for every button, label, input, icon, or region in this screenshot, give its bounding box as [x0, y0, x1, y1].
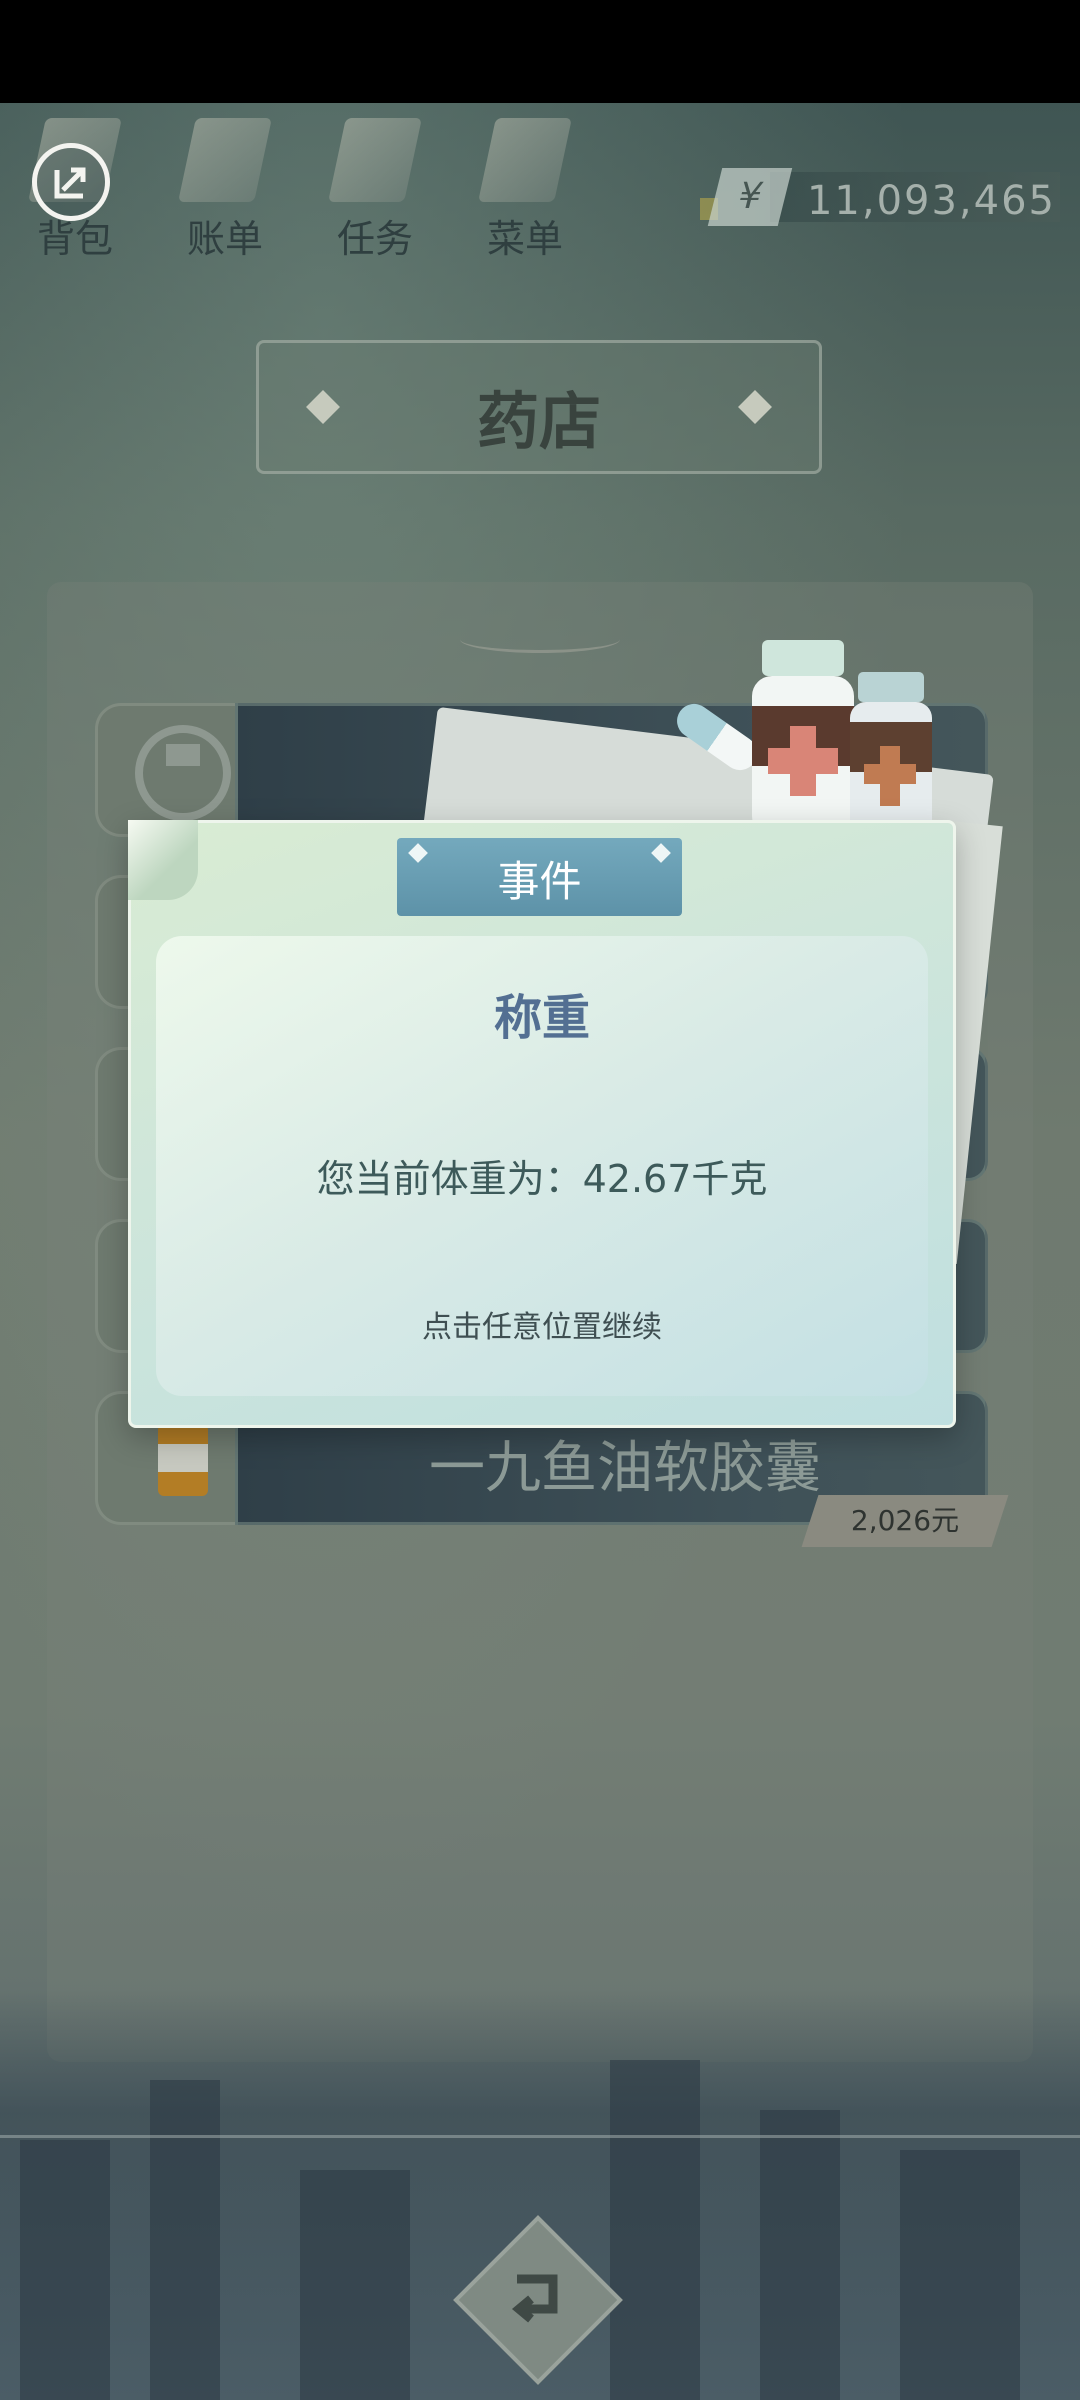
event-title: 称重 [493, 990, 590, 1046]
status-bar [0, 0, 1080, 103]
event-message: 您当前体重为：42.67千克 [316, 1157, 768, 1201]
event-continue-hint: 点击任意位置继续 [422, 1310, 662, 1345]
modal-corner-curl [128, 820, 198, 900]
event-tab-label: 事件 [497, 857, 582, 906]
